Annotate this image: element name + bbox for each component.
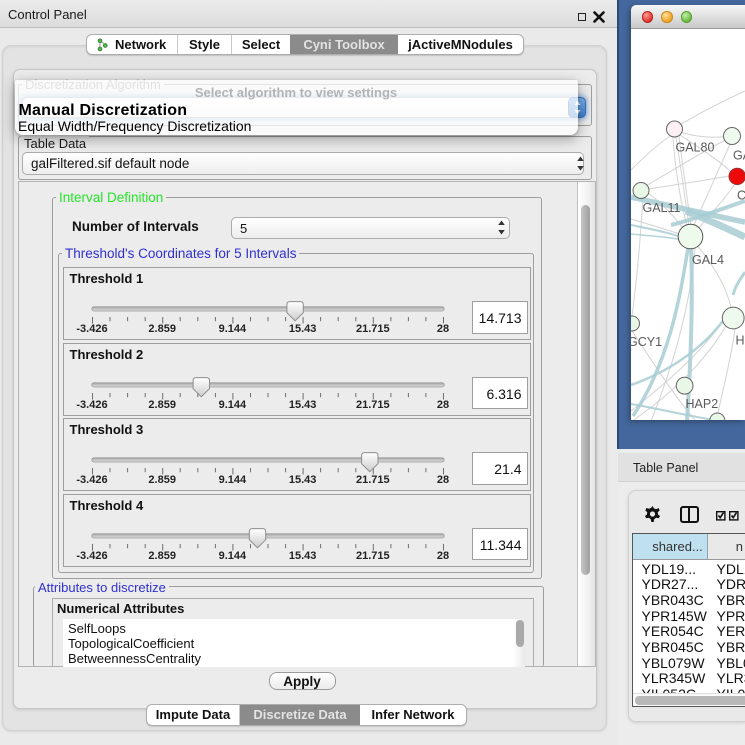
svg-text:GAL11: GAL11	[643, 201, 681, 215]
svg-text:GCY1: GCY1	[631, 335, 662, 349]
svg-text:H: H	[736, 333, 745, 347]
svg-text:HAP2: HAP2	[686, 397, 719, 411]
svg-text:GAL80: GAL80	[676, 140, 715, 154]
svg-text:C: C	[737, 188, 745, 202]
svg-text:GAL4: GAL4	[692, 253, 724, 267]
svg-text:GA: GA	[733, 148, 745, 162]
